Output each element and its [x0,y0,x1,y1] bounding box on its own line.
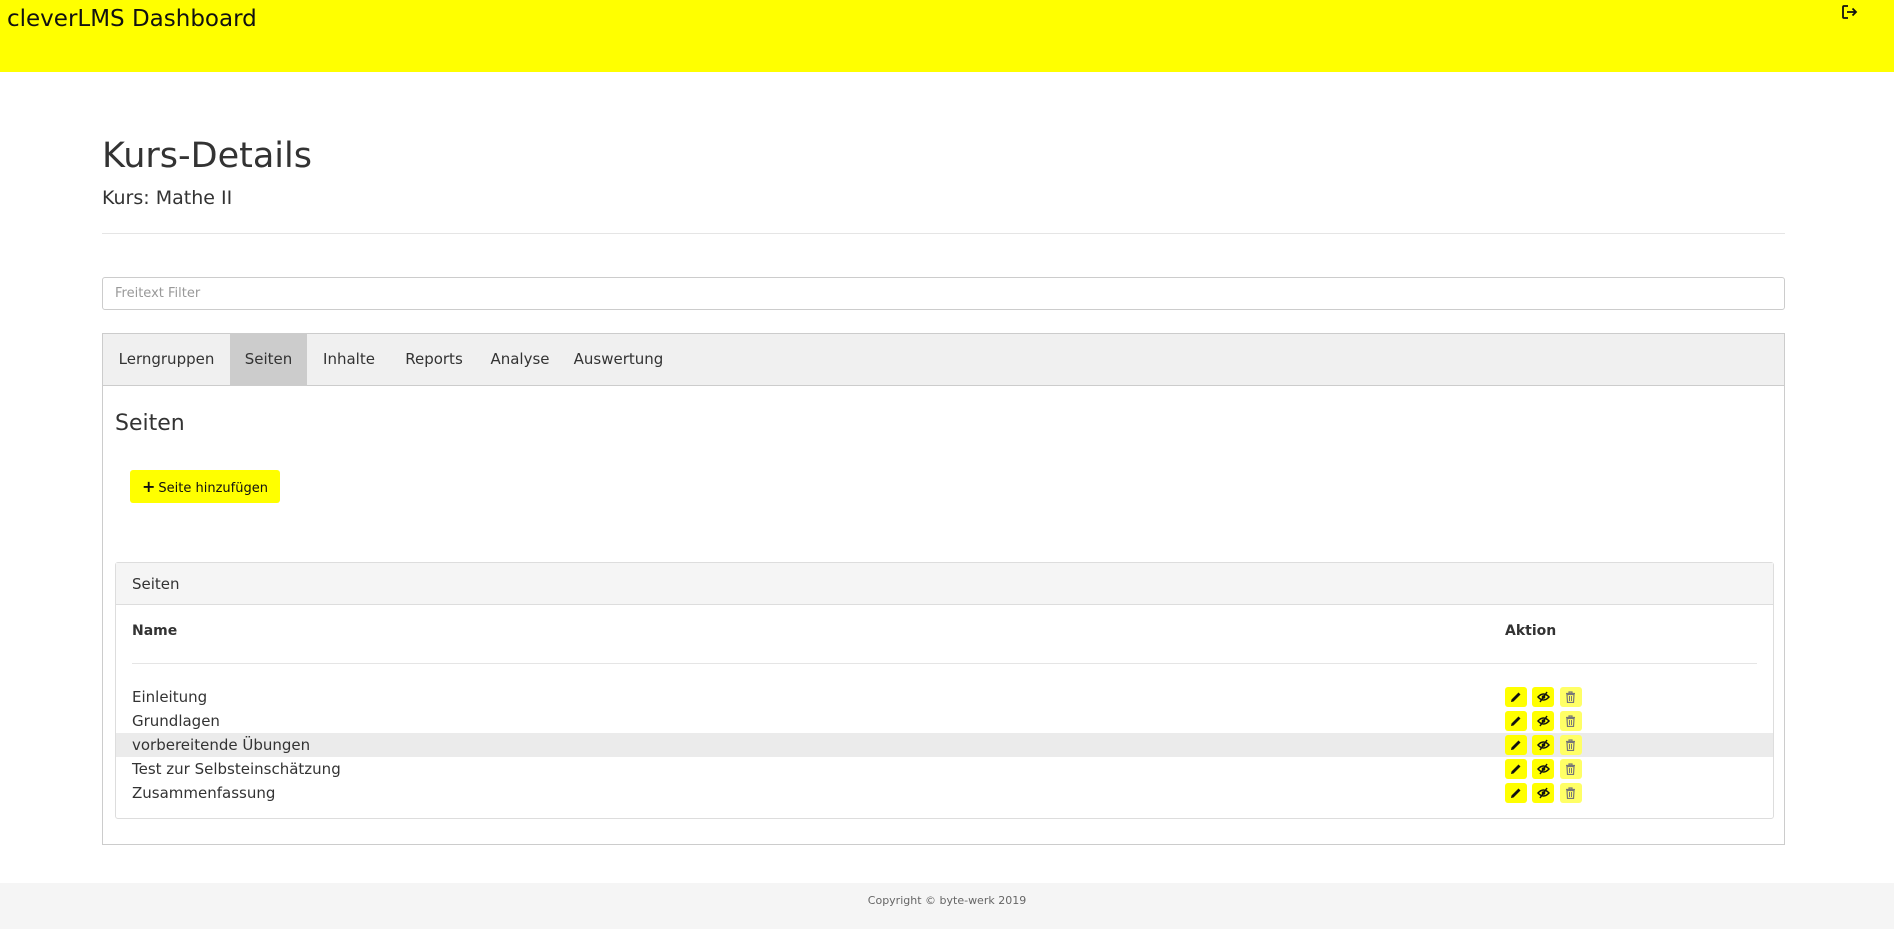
footer: Copyright © byte-werk 2019 [0,883,1894,929]
toggle-visibility-button[interactable] [1532,759,1554,779]
pencil-icon [1511,692,1521,702]
add-page-button[interactable]: + Seite hinzufügen [130,470,280,503]
column-header-name: Name [132,623,178,639]
tab-reports[interactable]: Reports [391,334,477,385]
freetext-filter-input[interactable] [102,277,1785,310]
row-name[interactable]: vorbereitende Übungen [132,734,310,756]
plus-icon: + [142,477,156,496]
tab-bar: Lerngruppen Seiten Inhalte Reports Analy… [103,334,1784,386]
tab-seiten[interactable]: Seiten [230,334,307,385]
pencil-icon [1511,764,1521,774]
table-row: Grundlagen [116,709,1773,733]
card-header: Seiten [116,563,1773,605]
trash-icon [1566,739,1575,751]
logout-icon[interactable] [1842,4,1860,22]
top-navbar: cleverLMS Dashboard [0,0,1894,72]
column-header-action: Aktion [1505,623,1557,639]
page-title: Kurs-Details [102,136,312,176]
trash-icon [1566,787,1575,799]
edit-button[interactable] [1505,687,1527,707]
delete-button[interactable] [1560,759,1582,779]
pages-card: Seiten Name Aktion Einleitung Grundlagen… [115,562,1774,819]
tab-analyse[interactable]: Analyse [477,334,563,385]
header-divider [132,663,1757,664]
tab-auswertung[interactable]: Auswertung [563,334,674,385]
delete-button[interactable] [1560,711,1582,731]
eye-slash-icon [1537,715,1550,727]
eye-slash-icon [1537,763,1550,775]
delete-button[interactable] [1560,735,1582,755]
tab-panel: Lerngruppen Seiten Inhalte Reports Analy… [102,333,1785,845]
trash-icon [1566,691,1575,703]
toggle-visibility-button[interactable] [1532,783,1554,803]
copyright-text: Copyright © byte-werk 2019 [867,894,1027,907]
toggle-visibility-button[interactable] [1532,687,1554,707]
tab-lerngruppen[interactable]: Lerngruppen [103,334,230,385]
section-title: Seiten [115,411,185,436]
eye-slash-icon [1537,691,1550,703]
divider [102,233,1785,234]
eye-slash-icon [1537,739,1550,751]
pencil-icon [1511,788,1521,798]
table-row: vorbereitende Übungen [116,733,1773,757]
trash-icon [1566,715,1575,727]
row-name[interactable]: Zusammenfassung [132,782,275,804]
row-name[interactable]: Grundlagen [132,710,220,732]
table-row: Zusammenfassung [116,781,1773,805]
table-row: Einleitung [116,685,1773,709]
edit-button[interactable] [1505,759,1527,779]
delete-button[interactable] [1560,783,1582,803]
edit-button[interactable] [1505,735,1527,755]
row-name[interactable]: Einleitung [132,686,207,708]
page-subtitle: Kurs: Mathe II [102,187,233,209]
trash-icon [1566,763,1575,775]
table-row: Test zur Selbsteinschätzung [116,757,1773,781]
tab-inhalte[interactable]: Inhalte [307,334,391,385]
pencil-icon [1511,716,1521,726]
toggle-visibility-button[interactable] [1532,735,1554,755]
pencil-icon [1511,740,1521,750]
add-page-label: Seite hinzufügen [158,481,268,496]
delete-button[interactable] [1560,687,1582,707]
edit-button[interactable] [1505,783,1527,803]
app-title: cleverLMS Dashboard [7,6,257,32]
toggle-visibility-button[interactable] [1532,711,1554,731]
row-name[interactable]: Test zur Selbsteinschätzung [132,758,341,780]
edit-button[interactable] [1505,711,1527,731]
eye-slash-icon [1537,787,1550,799]
